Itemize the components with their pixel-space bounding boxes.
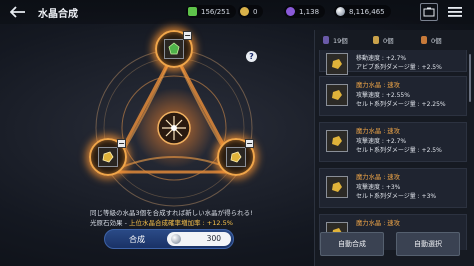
auto-select-button[interactable]: 自動選択 — [396, 232, 460, 256]
crystal-stat-2: セルト系列ダメージ量 : +2.5% — [356, 147, 442, 154]
list-item[interactable]: 魔力水晶 : 速攻 攻撃速度 : +2.7% セルト系列ダメージ量 : +2.5… — [319, 122, 467, 162]
auto-combine-button[interactable]: 自動合成 — [320, 232, 384, 256]
synthesis-description: 同じ等級の水晶3個を合成すれば新しい水晶が得られる! — [90, 209, 253, 217]
grade-filters: 19個 0個 0個 — [315, 32, 474, 48]
list-item[interactable]: 移動速度 : +2.7% アビブ系列ダメージ量 : +2.5% — [319, 50, 467, 75]
silver-coin-icon — [336, 7, 345, 16]
inventory-button[interactable] — [420, 3, 438, 21]
filter-count: 19個 — [333, 37, 348, 45]
crystal-name: 魔力水晶 : 速攻 — [356, 82, 400, 89]
gold-crystal-icon — [102, 151, 114, 163]
crystal-synthesis-circle: − − − — [84, 30, 264, 210]
combine-cost-value: 300 — [206, 234, 221, 243]
crystal-list[interactable]: 移動速度 : +2.7% アビブ系列ダメージ量 : +2.5% 魔力水晶 : 速… — [319, 50, 467, 250]
crystal-stat-1: 攻撃速度 : +2.7% — [356, 138, 407, 145]
bonus-description: 光原石効果 - 上位水晶合成確率増加率 : +12.5% — [90, 217, 233, 227]
combine-cost: 300 — [167, 232, 231, 246]
list-item[interactable]: 魔力水晶 : 速攻 攻撃速度 : +2.55% セルト系列ダメージ量 : +2.… — [319, 76, 467, 116]
crystal-thumbnail — [326, 53, 348, 75]
remove-crystal-button[interactable]: − — [183, 31, 192, 40]
green-crystal-icon — [188, 7, 197, 16]
crystal-thumbnail — [326, 130, 348, 152]
resource-silver: 8,116,465 — [334, 5, 391, 18]
crystal-thumbnail — [326, 84, 348, 106]
combine-button[interactable]: 合成 300 — [104, 229, 234, 249]
list-item[interactable]: 魔力水晶 : 速攻 攻撃速度 : +3% セルト系列ダメージ量 : +3% — [319, 168, 467, 208]
back-button[interactable] — [8, 3, 28, 21]
resource-purple-gem: 1,138 — [284, 5, 326, 18]
crystal-name: 魔力水晶 : 速攻 — [356, 174, 400, 181]
crystal-slot-left[interactable]: − — [89, 138, 127, 176]
gold-crystal-icon — [332, 59, 342, 69]
resource-value: 1,138 — [299, 7, 320, 16]
crystal-stat-1: 攻撃速度 : +2.55% — [356, 92, 410, 99]
help-icon[interactable]: ? — [246, 51, 257, 62]
crystal-item-slot — [98, 147, 118, 167]
crystal-item-slot — [226, 147, 246, 167]
filter-purple[interactable]: 19個 — [323, 35, 348, 45]
resource-crystal-count: 156/251 — [186, 5, 237, 18]
gold-crystal-icon — [332, 136, 342, 146]
gold-crystal-icon — [332, 90, 342, 100]
resource-value: 8,116,465 — [349, 7, 385, 16]
filter-orange[interactable]: 0個 — [421, 35, 442, 45]
crystal-stat-1: 攻撃速度 : +3% — [356, 184, 401, 191]
crystal-thumbnail — [326, 176, 348, 198]
menu-icon — [448, 7, 462, 17]
gold-coin-icon — [240, 7, 249, 16]
crystal-name: 魔力水晶 : 速攻 — [356, 128, 400, 135]
purple-gem-icon — [286, 7, 295, 16]
crystal-slot-right[interactable]: − — [217, 138, 255, 176]
back-arrow-icon — [10, 6, 25, 18]
green-crystal-icon — [168, 42, 180, 55]
crystal-item-slot — [164, 39, 184, 59]
resource-gold: 0 — [238, 5, 264, 18]
remove-crystal-button[interactable]: − — [245, 139, 254, 148]
combine-label: 合成 — [129, 235, 145, 244]
gold-crystal-icon — [230, 151, 242, 163]
top-bar: 水晶合成 156/251 0 1,138 8,116,465 — [0, 0, 474, 24]
gold-crystal-icon — [373, 36, 379, 44]
silver-coin-icon — [171, 234, 181, 244]
remove-crystal-button[interactable]: − — [117, 139, 126, 148]
list-scrollbar[interactable] — [469, 54, 471, 102]
crystal-stat-2: セルト系列ダメージ量 : +2.25% — [356, 101, 446, 108]
filter-count: 0個 — [431, 37, 442, 45]
purple-crystal-icon — [323, 36, 329, 44]
crystal-slot-top[interactable]: − — [155, 30, 193, 68]
crystal-stat-2: セルト系列ダメージ量 : +3% — [356, 193, 437, 200]
crystal-stat-1: 移動速度 : +2.7% — [356, 55, 407, 62]
crystal-name: 魔力水晶 : 速攻 — [356, 220, 400, 227]
page-title: 水晶合成 — [38, 9, 78, 20]
filter-gold[interactable]: 0個 — [373, 35, 394, 45]
menu-button[interactable] — [446, 3, 464, 21]
orange-crystal-icon — [421, 36, 427, 44]
bonus-prefix: 光原石効果 - — [90, 219, 129, 227]
bonus-highlight: 上位水晶合成確率増加率 : +12.5% — [128, 219, 233, 227]
gold-crystal-icon — [332, 182, 342, 192]
resource-value: 156/251 — [201, 7, 231, 16]
crystal-list-panel: 19個 0個 0個 移動速度 : +2.7% アビブ系列ダメージ量 : +2.5… — [314, 30, 474, 266]
crystal-stat-2: アビブ系列ダメージ量 : +2.5% — [356, 64, 442, 71]
resource-value: 0 — [253, 7, 258, 16]
filter-count: 0個 — [383, 37, 394, 45]
inventory-icon — [423, 7, 435, 17]
